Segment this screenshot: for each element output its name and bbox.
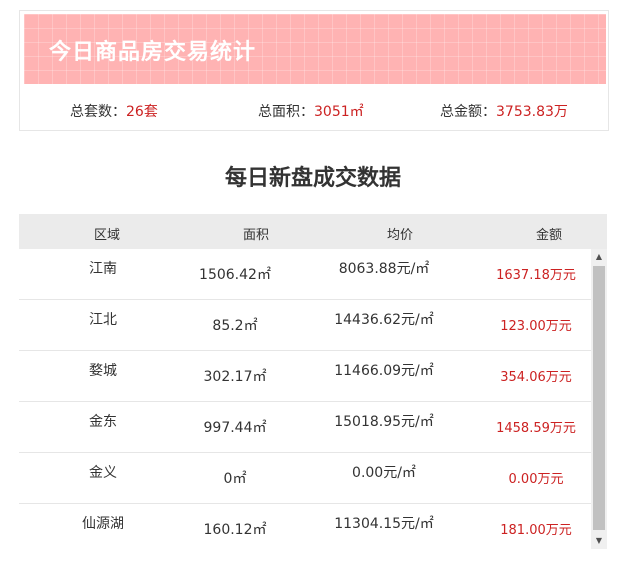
table-row: 金义 0㎡ 0.00元/㎡ 0.00万元 [19,453,591,504]
cell-price: 11304.15元/㎡ [334,516,434,532]
table-row: 仙源湖 160.12㎡ 11304.15元/㎡ 181.00万元 [19,504,591,551]
cell-area: 85.2㎡ [212,318,258,334]
table-row: 江北 85.2㎡ 14436.62元/㎡ 123.00万元 [19,300,591,351]
total-money-stat: 总金额：3753.83万 [440,101,568,121]
cell-region: 金义 [89,465,117,481]
table-header: 区域 面积 均价 金额 [19,214,607,249]
table-body[interactable]: 江南 1506.42㎡ 8063.88元/㎡ 1637.18万元 江北 85.2… [19,249,591,551]
cell-money: 123.00万元 [500,319,572,334]
cell-area: 1506.42㎡ [199,267,271,283]
cell-money: 181.00万元 [500,523,572,538]
cell-area: 160.12㎡ [203,522,267,538]
cell-region: 江北 [89,312,117,328]
cell-area: 0㎡ [223,471,247,487]
scroll-up-arrow-icon[interactable]: ▲ [591,249,607,265]
cell-money: 354.06万元 [500,370,572,385]
cell-region: 金东 [89,414,117,430]
cell-price: 11466.09元/㎡ [334,363,434,379]
scrollbar-thumb[interactable] [593,266,605,530]
summary-title: 今日商品房交易统计 [49,40,257,65]
cell-price: 8063.88元/㎡ [338,261,430,277]
table-row: 江南 1506.42㎡ 8063.88元/㎡ 1637.18万元 [19,249,591,300]
total-area-label: 总面积： [258,104,314,120]
total-area-value: 3051㎡ [314,104,364,120]
scroll-down-arrow-icon[interactable]: ▼ [591,533,607,549]
cell-money: 0.00万元 [508,472,564,487]
summary-banner: 今日商品房交易统计 [24,14,606,84]
cell-money: 1458.59万元 [496,421,576,436]
total-money-value: 3753.83万 [496,104,568,120]
cell-price: 0.00元/㎡ [352,465,416,481]
cell-region: 江南 [89,261,117,277]
total-area-stat: 总面积：3051㎡ [258,101,364,121]
cell-region: 婺城 [89,363,117,379]
total-count-label: 总套数： [70,104,126,120]
cell-price: 15018.95元/㎡ [334,414,434,430]
section-title: 每日新盘成交数据 [224,166,401,191]
cell-area: 302.17㎡ [203,369,267,385]
total-count-stat: 总套数：26套 [70,101,158,121]
header-region: 区域 [93,228,120,243]
cell-area: 997.44㎡ [203,420,267,436]
header-area: 面积 [242,228,269,243]
total-money-label: 总金额： [440,104,496,120]
cell-region: 仙源湖 [82,516,124,532]
table-row: 婺城 302.17㎡ 11466.09元/㎡ 354.06万元 [19,351,591,402]
header-money: 金额 [535,228,562,243]
total-count-value: 26套 [126,104,158,120]
cell-price: 14436.62元/㎡ [334,312,434,328]
cell-money: 1637.18万元 [496,268,576,283]
vertical-scrollbar[interactable]: ▲ ▼ [591,249,607,549]
summary-card: 今日商品房交易统计 总套数：26套 总面积：3051㎡ 总金额：3753.83万 [19,10,609,131]
header-price: 均价 [386,228,413,243]
table-row: 金东 997.44㎡ 15018.95元/㎡ 1458.59万元 [19,402,591,453]
